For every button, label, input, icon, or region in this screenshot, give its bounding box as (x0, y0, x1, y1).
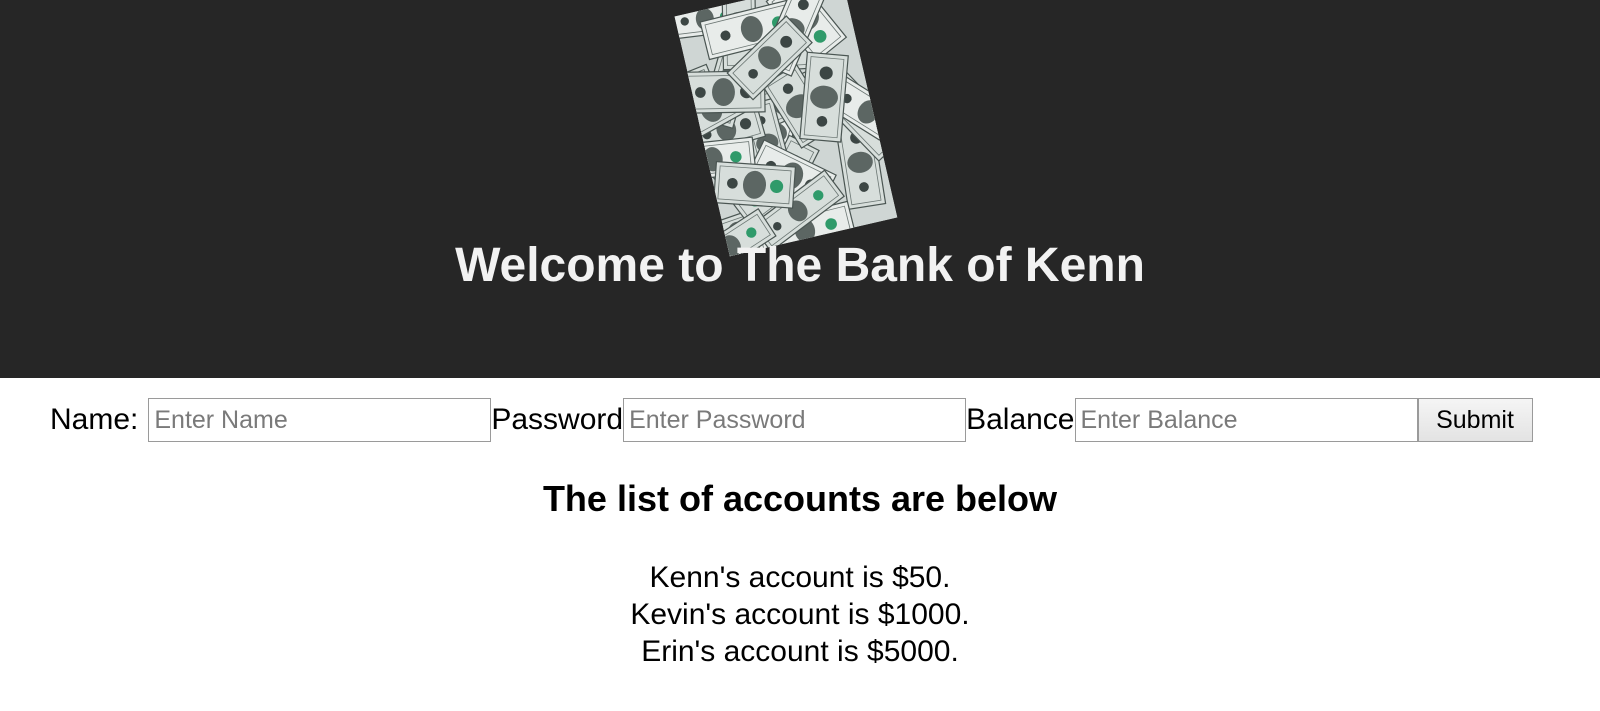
submit-button[interactable]: Submit (1417, 398, 1533, 442)
account-item: Kenn's account is $50. (649, 561, 951, 594)
account-form: Name: Password Balance Submit (50, 398, 1533, 442)
accounts-list: Kenn's account is $50. Kevin's account i… (0, 559, 1600, 670)
password-input[interactable] (623, 398, 967, 442)
account-item: Erin's account is $5000. (641, 635, 959, 668)
welcome-title: Welcome to The Bank of Kenn (455, 239, 1145, 292)
account-item: Kevin's account is $1000. (630, 598, 970, 631)
name-input[interactable] (148, 398, 492, 442)
money-pile-image (674, 0, 898, 257)
balance-input[interactable] (1074, 398, 1418, 442)
password-label: Password (491, 403, 624, 436)
balance-label: Balance (966, 403, 1075, 436)
name-label: Name: (50, 403, 139, 436)
accounts-heading: The list of accounts are below (542, 478, 1058, 519)
page-header: Welcome to The Bank of Kenn (0, 0, 1600, 378)
